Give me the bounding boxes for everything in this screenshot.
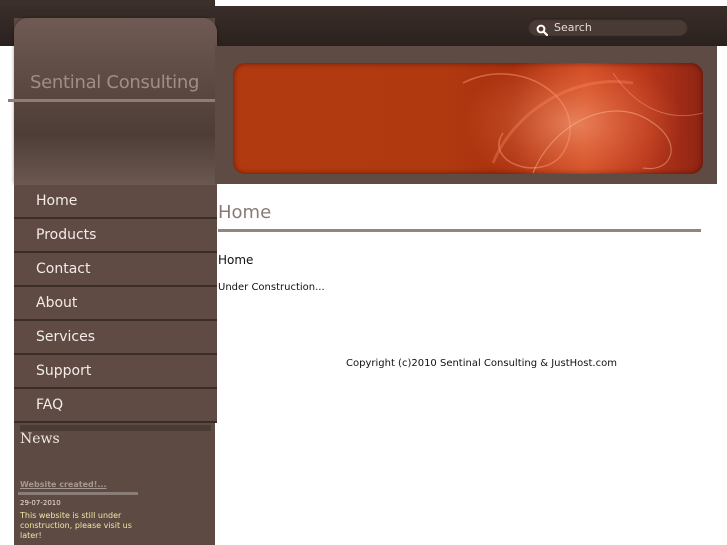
title-divider xyxy=(8,99,218,102)
page: Sentinal Consulting Home Products Contac… xyxy=(0,0,727,545)
right-margin xyxy=(717,46,727,184)
content-text: Under Construction... xyxy=(218,282,325,293)
header-banner xyxy=(233,63,703,174)
search-icon xyxy=(536,21,549,37)
top-bar-edge xyxy=(0,0,215,6)
nav-item-products[interactable]: Products xyxy=(14,219,217,253)
nav-item-faq[interactable]: FAQ xyxy=(14,389,217,423)
nav-item-services[interactable]: Services xyxy=(14,321,217,355)
news-date: 29-07-2010 xyxy=(20,499,61,507)
news-text: This website is still under construction… xyxy=(20,511,132,540)
left-margin xyxy=(0,46,14,545)
nav-item-contact[interactable]: Contact xyxy=(14,253,217,287)
heading-divider xyxy=(218,229,701,232)
page-heading: Home xyxy=(218,202,272,223)
copyright-text: Copyright (c)2010 Sentinal Consulting & … xyxy=(346,358,617,369)
content-title: Home xyxy=(218,253,254,267)
search-box[interactable] xyxy=(528,18,688,37)
news-link[interactable]: Website created!... xyxy=(20,480,106,489)
banner-swirl-graphic xyxy=(462,63,703,174)
news-heading: News xyxy=(20,431,60,447)
nav-item-support[interactable]: Support xyxy=(14,355,217,389)
nav-item-home[interactable]: Home xyxy=(14,184,217,219)
news-divider xyxy=(18,492,138,495)
site-title[interactable]: Sentinal Consulting xyxy=(30,72,199,93)
search-input[interactable] xyxy=(554,20,674,34)
main-nav: Home Products Contact About Services Sup… xyxy=(14,184,217,431)
nav-item-about[interactable]: About xyxy=(14,287,217,321)
